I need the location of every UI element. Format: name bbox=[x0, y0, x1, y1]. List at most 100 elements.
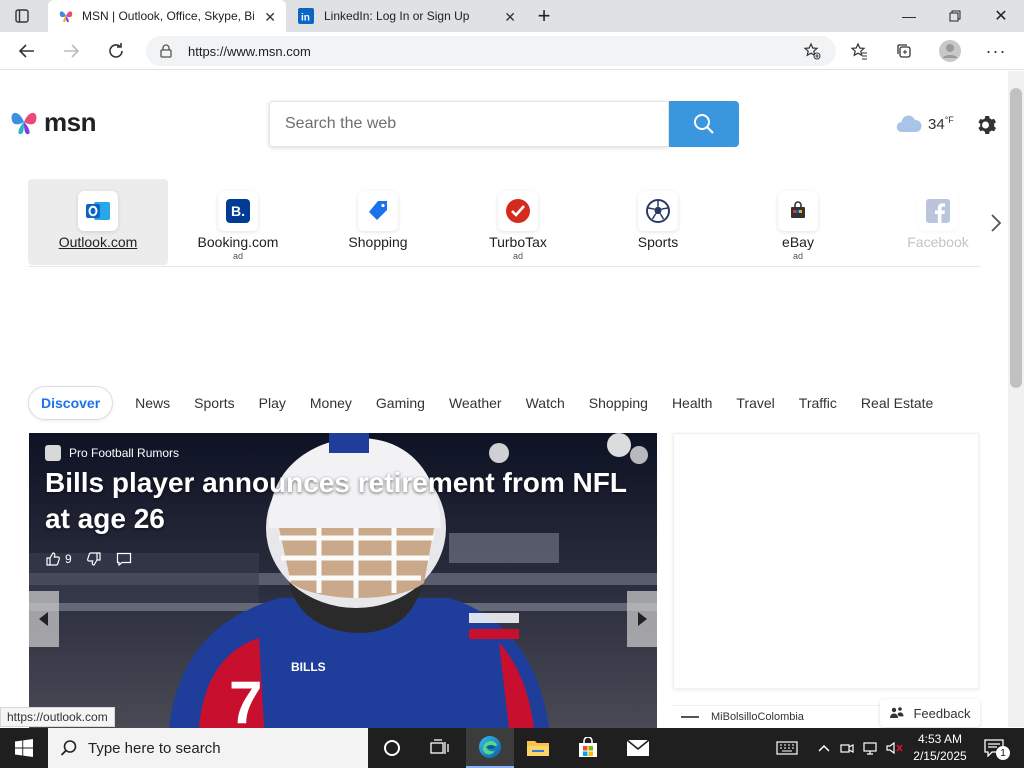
favorites-icon bbox=[850, 42, 867, 60]
add-favorite-button[interactable] bbox=[797, 36, 827, 66]
action-center-button[interactable]: 1 bbox=[978, 728, 1010, 768]
cortana-circle-icon bbox=[384, 740, 400, 756]
tray-volume[interactable] bbox=[884, 728, 906, 768]
tray-overflow[interactable] bbox=[814, 728, 834, 768]
thumbs-up-icon[interactable] bbox=[45, 551, 61, 567]
taskbar-search-box[interactable]: Type here to search bbox=[48, 728, 368, 768]
source-name: MiBolsilloColombia bbox=[711, 711, 804, 723]
tray-meet-now[interactable] bbox=[838, 728, 856, 768]
clock-date: 2/15/2025 bbox=[913, 749, 967, 763]
tab-actions-button[interactable] bbox=[4, 0, 40, 32]
tab-money[interactable]: Money bbox=[310, 395, 352, 411]
source-name: Pro Football Rumors bbox=[69, 446, 180, 460]
taskbar-file-explorer[interactable] bbox=[514, 728, 562, 768]
turbotax-icon bbox=[506, 199, 530, 223]
svg-text:BILLS: BILLS bbox=[291, 660, 326, 674]
cortana-button[interactable] bbox=[368, 728, 416, 768]
logo-text: msn bbox=[44, 106, 96, 137]
refresh-button[interactable] bbox=[101, 36, 131, 66]
tile-facebook[interactable]: Facebook bbox=[868, 179, 980, 265]
tab-discover[interactable]: Discover bbox=[28, 386, 114, 420]
weather-widget[interactable]: 34 °F bbox=[895, 114, 954, 134]
hero-news-card[interactable]: BILLS 7 Pro Football Rumors Bills player… bbox=[29, 433, 657, 728]
keyboard-icon bbox=[776, 741, 798, 755]
source-logo-icon bbox=[45, 445, 61, 461]
search-button[interactable] bbox=[669, 101, 739, 147]
collections-button[interactable] bbox=[889, 36, 919, 66]
svg-text:B.: B. bbox=[231, 203, 245, 219]
shopping-tag-icon bbox=[369, 201, 387, 220]
thumbs-down-icon[interactable] bbox=[86, 551, 102, 567]
tab-weather[interactable]: Weather bbox=[449, 395, 502, 411]
tab-news[interactable]: News bbox=[135, 395, 170, 411]
new-tab-button[interactable]: + bbox=[530, 0, 558, 32]
outlook-icon bbox=[86, 202, 110, 220]
tab-sports[interactable]: Sports bbox=[194, 395, 234, 411]
msn-logo[interactable]: msn bbox=[8, 106, 96, 138]
feedback-button[interactable]: Feedback bbox=[880, 699, 980, 727]
comment-icon[interactable] bbox=[116, 551, 132, 567]
tab-title: MSN | Outlook, Office, Skype, Bi bbox=[82, 9, 254, 23]
tab-title: LinkedIn: Log In or Sign Up bbox=[324, 9, 470, 23]
tile-shopping[interactable]: Shopping bbox=[308, 179, 448, 265]
search-placeholder: Search the web bbox=[285, 115, 397, 132]
tab-gaming[interactable]: Gaming bbox=[376, 395, 425, 411]
tile-label: TurboTax bbox=[489, 234, 547, 250]
forward-button[interactable] bbox=[56, 36, 86, 66]
tab-play[interactable]: Play bbox=[259, 395, 286, 411]
taskbar-store[interactable] bbox=[564, 728, 612, 768]
minimize-button[interactable]: — bbox=[886, 0, 932, 32]
tile-label: Shopping bbox=[348, 234, 408, 250]
tab-linkedin[interactable]: in LinkedIn: Log In or Sign Up ✕ bbox=[288, 0, 526, 32]
status-bar-url: https://outlook.com bbox=[0, 707, 115, 727]
tab-watch[interactable]: Watch bbox=[526, 395, 565, 411]
task-view-button[interactable] bbox=[416, 728, 464, 768]
tile-ebay[interactable]: eBay ad bbox=[728, 179, 868, 265]
tile-sports[interactable]: Sports bbox=[588, 179, 728, 265]
tab-health[interactable]: Health bbox=[672, 395, 712, 411]
store-bag-icon bbox=[579, 737, 597, 757]
task-view-icon bbox=[430, 739, 449, 754]
restore-button[interactable] bbox=[932, 0, 978, 32]
tile-turbotax[interactable]: TurboTax ad bbox=[448, 179, 588, 265]
source-logo-icon bbox=[681, 716, 699, 718]
taskbar-edge[interactable] bbox=[466, 728, 514, 768]
settings-more-button[interactable]: ··· bbox=[981, 36, 1011, 66]
tray-network[interactable] bbox=[860, 728, 880, 768]
start-button[interactable] bbox=[0, 728, 48, 768]
tab-real-estate[interactable]: Real Estate bbox=[861, 395, 933, 411]
search-icon bbox=[60, 740, 77, 756]
tab-shopping[interactable]: Shopping bbox=[589, 395, 648, 411]
profile-button[interactable] bbox=[935, 36, 965, 66]
url-text: https://www.msn.com bbox=[188, 43, 311, 59]
tray-keyboard[interactable] bbox=[772, 728, 802, 768]
collections-icon bbox=[897, 44, 911, 58]
back-button[interactable] bbox=[12, 36, 42, 66]
web-search-input[interactable]: Search the web bbox=[269, 101, 669, 147]
tab-traffic[interactable]: Traffic bbox=[799, 395, 837, 411]
hero-headline[interactable]: Bills player announces retirement from N… bbox=[45, 465, 645, 537]
favorites-button[interactable] bbox=[844, 36, 874, 66]
carousel-prev-button[interactable] bbox=[29, 591, 59, 647]
tile-outlook[interactable]: Outlook.com bbox=[28, 179, 168, 265]
tab-actions-icon bbox=[15, 9, 29, 23]
tab-msn[interactable]: MSN | Outlook, Office, Skype, Bi ✕ bbox=[48, 0, 286, 32]
refresh-icon bbox=[109, 43, 123, 58]
category-tabs: Discover News Sports Play Money Gaming W… bbox=[28, 385, 957, 421]
tab-travel[interactable]: Travel bbox=[736, 395, 774, 411]
taskbar-clock[interactable]: 4:53 AM 2/15/2025 bbox=[908, 731, 972, 765]
gear-icon[interactable] bbox=[975, 113, 999, 137]
taskbar-mail[interactable] bbox=[614, 728, 662, 768]
close-tab-icon[interactable]: ✕ bbox=[504, 9, 516, 26]
star-add-icon bbox=[803, 42, 821, 60]
close-window-button[interactable]: ✕ bbox=[978, 0, 1024, 32]
carousel-next-button[interactable] bbox=[627, 591, 657, 647]
ad-card[interactable] bbox=[673, 433, 979, 689]
scrollbar-thumb[interactable] bbox=[1010, 88, 1022, 388]
browser-tab-bar: MSN | Outlook, Office, Skype, Bi ✕ in Li… bbox=[0, 0, 1024, 32]
close-tab-icon[interactable]: ✕ bbox=[264, 9, 276, 26]
chevron-right-icon[interactable] bbox=[988, 212, 1004, 234]
tile-booking[interactable]: B. Booking.com ad bbox=[168, 179, 308, 265]
notification-count-badge: 1 bbox=[996, 746, 1010, 760]
url-field[interactable]: https://www.msn.com bbox=[146, 36, 836, 66]
